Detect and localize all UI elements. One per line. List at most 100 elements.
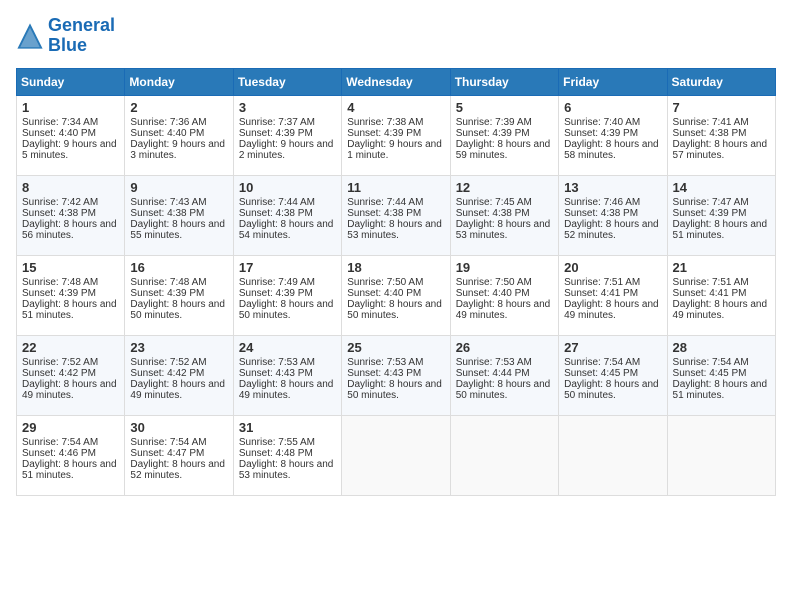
day-number: 1 — [22, 100, 119, 115]
calendar-cell: 10 Sunrise: 7:44 AM Sunset: 4:38 PM Dayl… — [233, 175, 341, 255]
calendar-cell: 8 Sunrise: 7:42 AM Sunset: 4:38 PM Dayli… — [17, 175, 125, 255]
sunset-text: Sunset: 4:39 PM — [673, 208, 747, 219]
sunset-text: Sunset: 4:38 PM — [130, 208, 204, 219]
daylight-text: Daylight: 8 hours and 58 minutes. — [564, 139, 659, 161]
daylight-text: Daylight: 8 hours and 50 minutes. — [564, 379, 659, 401]
calendar-cell: 14 Sunrise: 7:47 AM Sunset: 4:39 PM Dayl… — [667, 175, 775, 255]
sunrise-text: Sunrise: 7:50 AM — [456, 277, 532, 288]
sunset-text: Sunset: 4:48 PM — [239, 448, 313, 459]
calendar-week-row: 22 Sunrise: 7:52 AM Sunset: 4:42 PM Dayl… — [17, 335, 776, 415]
calendar-week-row: 15 Sunrise: 7:48 AM Sunset: 4:39 PM Dayl… — [17, 255, 776, 335]
calendar-week-row: 8 Sunrise: 7:42 AM Sunset: 4:38 PM Dayli… — [17, 175, 776, 255]
sunrise-text: Sunrise: 7:47 AM — [673, 197, 749, 208]
day-number: 28 — [673, 340, 770, 355]
daylight-text: Daylight: 8 hours and 51 minutes. — [673, 379, 768, 401]
sunset-text: Sunset: 4:43 PM — [239, 368, 313, 379]
sunrise-text: Sunrise: 7:38 AM — [347, 117, 423, 128]
daylight-text: Daylight: 8 hours and 49 minutes. — [564, 299, 659, 321]
sunset-text: Sunset: 4:45 PM — [673, 368, 747, 379]
day-header-sunday: Sunday — [17, 68, 125, 95]
daylight-text: Daylight: 9 hours and 1 minute. — [347, 139, 442, 161]
daylight-text: Daylight: 8 hours and 59 minutes. — [456, 139, 551, 161]
daylight-text: Daylight: 8 hours and 50 minutes. — [239, 299, 334, 321]
daylight-text: Daylight: 8 hours and 49 minutes. — [456, 299, 551, 321]
sunset-text: Sunset: 4:39 PM — [239, 288, 313, 299]
calendar-table: SundayMondayTuesdayWednesdayThursdayFrid… — [16, 68, 776, 496]
sunset-text: Sunset: 4:45 PM — [564, 368, 638, 379]
daylight-text: Daylight: 8 hours and 52 minutes. — [564, 219, 659, 241]
day-number: 16 — [130, 260, 227, 275]
day-number: 26 — [456, 340, 553, 355]
sunrise-text: Sunrise: 7:50 AM — [347, 277, 423, 288]
calendar-cell: 22 Sunrise: 7:52 AM Sunset: 4:42 PM Dayl… — [17, 335, 125, 415]
sunset-text: Sunset: 4:41 PM — [673, 288, 747, 299]
sunset-text: Sunset: 4:39 PM — [22, 288, 96, 299]
sunset-text: Sunset: 4:39 PM — [130, 288, 204, 299]
calendar-cell: 12 Sunrise: 7:45 AM Sunset: 4:38 PM Dayl… — [450, 175, 558, 255]
day-header-tuesday: Tuesday — [233, 68, 341, 95]
sunrise-text: Sunrise: 7:55 AM — [239, 437, 315, 448]
sunset-text: Sunset: 4:39 PM — [239, 128, 313, 139]
calendar-cell: 29 Sunrise: 7:54 AM Sunset: 4:46 PM Dayl… — [17, 415, 125, 495]
calendar-cell: 31 Sunrise: 7:55 AM Sunset: 4:48 PM Dayl… — [233, 415, 341, 495]
day-number: 6 — [564, 100, 661, 115]
daylight-text: Daylight: 8 hours and 49 minutes. — [22, 379, 117, 401]
sunset-text: Sunset: 4:40 PM — [130, 128, 204, 139]
calendar-cell: 18 Sunrise: 7:50 AM Sunset: 4:40 PM Dayl… — [342, 255, 450, 335]
daylight-text: Daylight: 8 hours and 54 minutes. — [239, 219, 334, 241]
sunrise-text: Sunrise: 7:54 AM — [22, 437, 98, 448]
sunset-text: Sunset: 4:38 PM — [239, 208, 313, 219]
sunset-text: Sunset: 4:43 PM — [347, 368, 421, 379]
calendar-cell: 15 Sunrise: 7:48 AM Sunset: 4:39 PM Dayl… — [17, 255, 125, 335]
day-number: 18 — [347, 260, 444, 275]
logo-icon — [16, 22, 44, 50]
calendar-cell — [667, 415, 775, 495]
day-number: 9 — [130, 180, 227, 195]
daylight-text: Daylight: 8 hours and 53 minutes. — [347, 219, 442, 241]
calendar-cell — [559, 415, 667, 495]
sunset-text: Sunset: 4:38 PM — [564, 208, 638, 219]
daylight-text: Daylight: 8 hours and 51 minutes. — [22, 299, 117, 321]
sunrise-text: Sunrise: 7:42 AM — [22, 197, 98, 208]
day-number: 8 — [22, 180, 119, 195]
sunrise-text: Sunrise: 7:51 AM — [673, 277, 749, 288]
sunset-text: Sunset: 4:40 PM — [347, 288, 421, 299]
sunrise-text: Sunrise: 7:54 AM — [673, 357, 749, 368]
logo: General Blue — [16, 16, 115, 56]
daylight-text: Daylight: 8 hours and 50 minutes. — [456, 379, 551, 401]
calendar-cell: 27 Sunrise: 7:54 AM Sunset: 4:45 PM Dayl… — [559, 335, 667, 415]
sunrise-text: Sunrise: 7:36 AM — [130, 117, 206, 128]
sunset-text: Sunset: 4:42 PM — [130, 368, 204, 379]
calendar-cell: 17 Sunrise: 7:49 AM Sunset: 4:39 PM Dayl… — [233, 255, 341, 335]
day-number: 19 — [456, 260, 553, 275]
sunrise-text: Sunrise: 7:52 AM — [22, 357, 98, 368]
calendar-cell: 4 Sunrise: 7:38 AM Sunset: 4:39 PM Dayli… — [342, 95, 450, 175]
day-header-wednesday: Wednesday — [342, 68, 450, 95]
sunrise-text: Sunrise: 7:45 AM — [456, 197, 532, 208]
calendar-cell: 26 Sunrise: 7:53 AM Sunset: 4:44 PM Dayl… — [450, 335, 558, 415]
calendar-cell: 21 Sunrise: 7:51 AM Sunset: 4:41 PM Dayl… — [667, 255, 775, 335]
sunset-text: Sunset: 4:38 PM — [22, 208, 96, 219]
sunrise-text: Sunrise: 7:43 AM — [130, 197, 206, 208]
day-number: 25 — [347, 340, 444, 355]
calendar-cell: 24 Sunrise: 7:53 AM Sunset: 4:43 PM Dayl… — [233, 335, 341, 415]
sunrise-text: Sunrise: 7:52 AM — [130, 357, 206, 368]
daylight-text: Daylight: 9 hours and 3 minutes. — [130, 139, 225, 161]
calendar-cell: 28 Sunrise: 7:54 AM Sunset: 4:45 PM Dayl… — [667, 335, 775, 415]
day-header-monday: Monday — [125, 68, 233, 95]
calendar-cell: 11 Sunrise: 7:44 AM Sunset: 4:38 PM Dayl… — [342, 175, 450, 255]
day-number: 30 — [130, 420, 227, 435]
sunset-text: Sunset: 4:40 PM — [456, 288, 530, 299]
day-number: 20 — [564, 260, 661, 275]
sunrise-text: Sunrise: 7:49 AM — [239, 277, 315, 288]
daylight-text: Daylight: 8 hours and 53 minutes. — [239, 459, 334, 481]
sunset-text: Sunset: 4:39 PM — [347, 128, 421, 139]
sunrise-text: Sunrise: 7:54 AM — [564, 357, 640, 368]
calendar-cell: 16 Sunrise: 7:48 AM Sunset: 4:39 PM Dayl… — [125, 255, 233, 335]
sunrise-text: Sunrise: 7:54 AM — [130, 437, 206, 448]
sunrise-text: Sunrise: 7:48 AM — [22, 277, 98, 288]
calendar-cell: 20 Sunrise: 7:51 AM Sunset: 4:41 PM Dayl… — [559, 255, 667, 335]
day-number: 15 — [22, 260, 119, 275]
sunrise-text: Sunrise: 7:39 AM — [456, 117, 532, 128]
daylight-text: Daylight: 8 hours and 53 minutes. — [456, 219, 551, 241]
